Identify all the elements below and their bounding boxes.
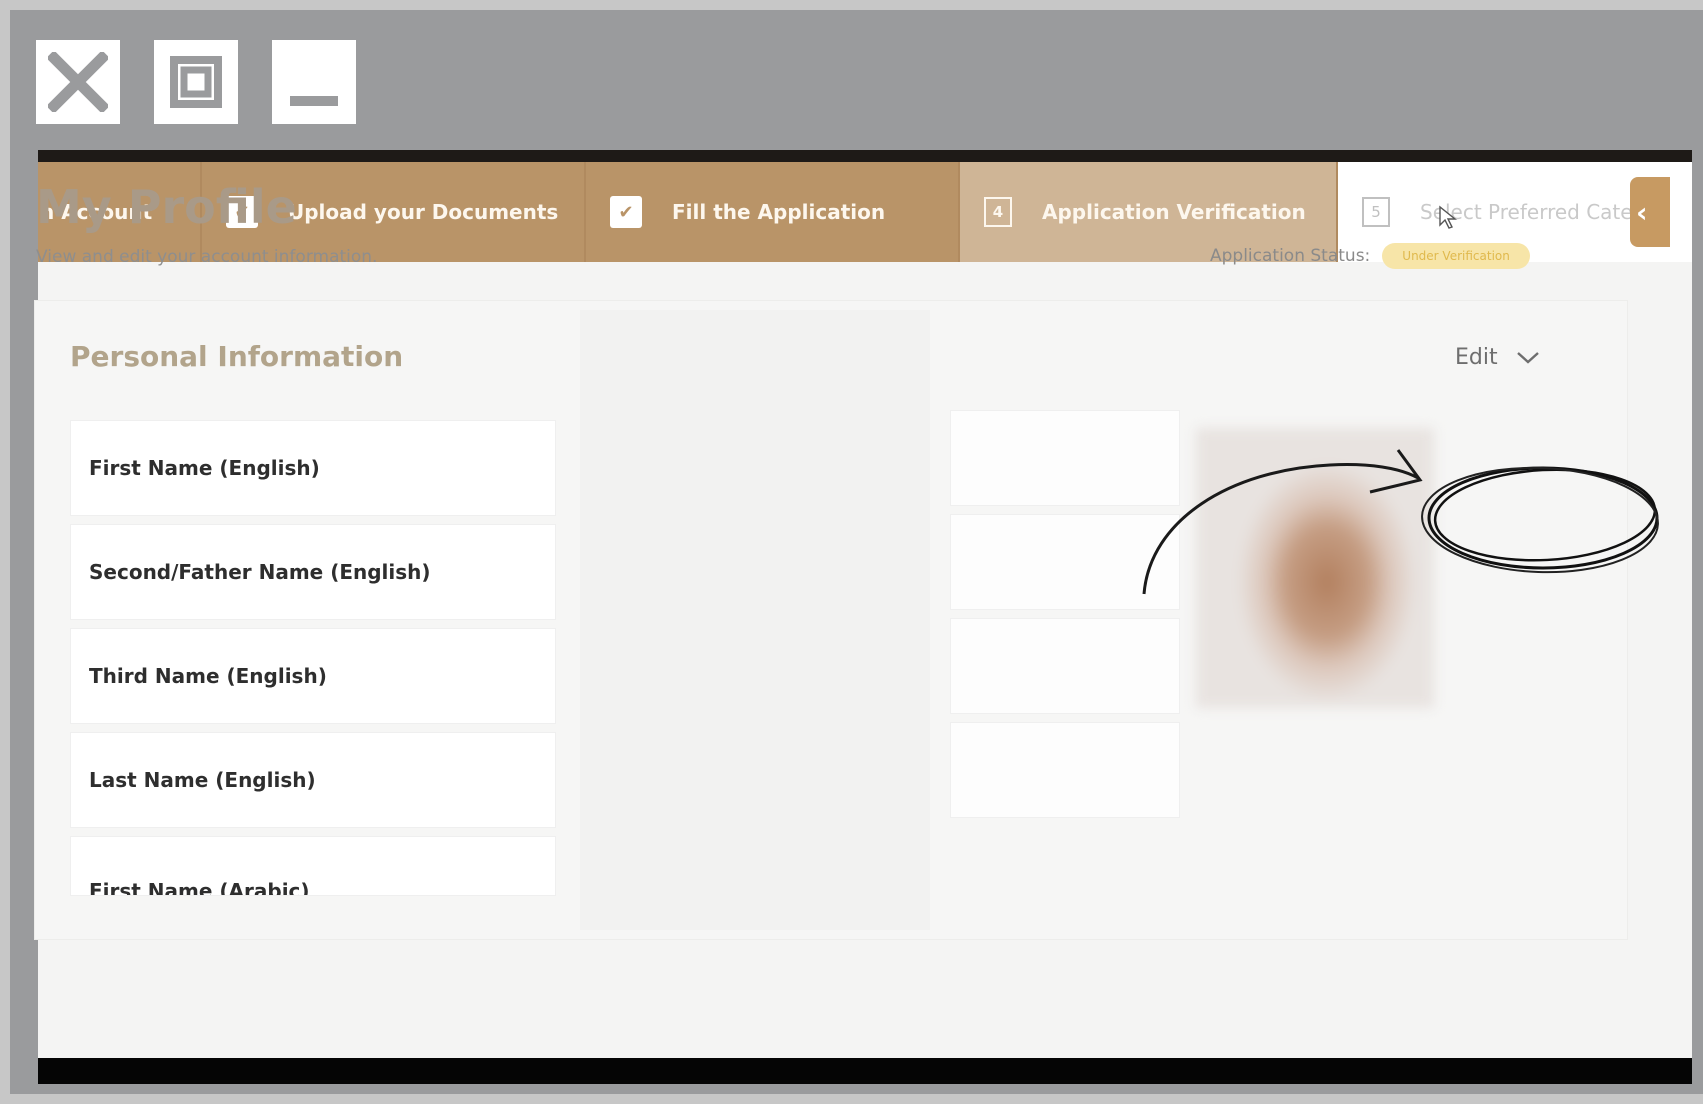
field-label: Second/Father Name (English): [89, 560, 431, 584]
step-fill-application[interactable]: ✔ Fill the Application: [586, 162, 960, 262]
chevron-down-icon: [1516, 351, 1539, 364]
section-title: Personal Information: [70, 340, 404, 373]
field-list: First Name (English) Second/Father Name …: [70, 420, 556, 904]
field-first-name-english: First Name (English): [70, 420, 556, 516]
status-badge: Under Verification: [1382, 243, 1530, 269]
step-number: 4: [984, 197, 1012, 227]
page-title: My Profile: [36, 180, 297, 234]
maximize-button[interactable]: [154, 40, 238, 124]
value-cell: [950, 722, 1180, 818]
value-column: [950, 410, 1180, 826]
step-label: Upload your Documents: [288, 200, 559, 224]
step-label: Application Verification: [1042, 200, 1306, 224]
maximize-icon: [170, 56, 222, 108]
chevron-left-icon: ‹: [1636, 195, 1648, 229]
close-button[interactable]: [36, 40, 120, 124]
field-third-name-english: Third Name (English): [70, 628, 556, 724]
minimize-button[interactable]: [272, 40, 356, 124]
field-label: Last Name (English): [89, 768, 316, 792]
minimize-icon: [290, 96, 338, 106]
step-number: 5: [1362, 197, 1390, 227]
field-first-name-arabic: First Name (Arabic): [70, 836, 556, 896]
value-cell: [950, 410, 1180, 506]
profile-photo: [1196, 428, 1434, 708]
screen-bottom-bar: [38, 1058, 1692, 1084]
field-last-name-english: Last Name (English): [70, 732, 556, 828]
page-subtitle: View and edit your account information.: [36, 247, 378, 267]
close-icon: [48, 52, 108, 112]
ghost-column: [580, 310, 930, 930]
value-cell: [950, 514, 1180, 610]
side-panel-toggle[interactable]: ‹: [1630, 177, 1670, 247]
field-second-name-english: Second/Father Name (English): [70, 524, 556, 620]
field-label: First Name (Arabic): [89, 879, 310, 896]
edit-label: Edit: [1455, 345, 1498, 370]
value-cell: [950, 618, 1180, 714]
application-status: Application Status: Under Verification: [1210, 243, 1530, 269]
status-label: Application Status:: [1210, 246, 1371, 266]
field-label: Third Name (English): [89, 664, 327, 688]
mouse-cursor-icon: [1439, 205, 1457, 229]
field-label: First Name (English): [89, 456, 320, 480]
step-label: Fill the Application: [672, 200, 886, 224]
edit-button[interactable]: Edit: [1455, 345, 1540, 370]
checkmark-icon: ✔: [610, 196, 642, 228]
